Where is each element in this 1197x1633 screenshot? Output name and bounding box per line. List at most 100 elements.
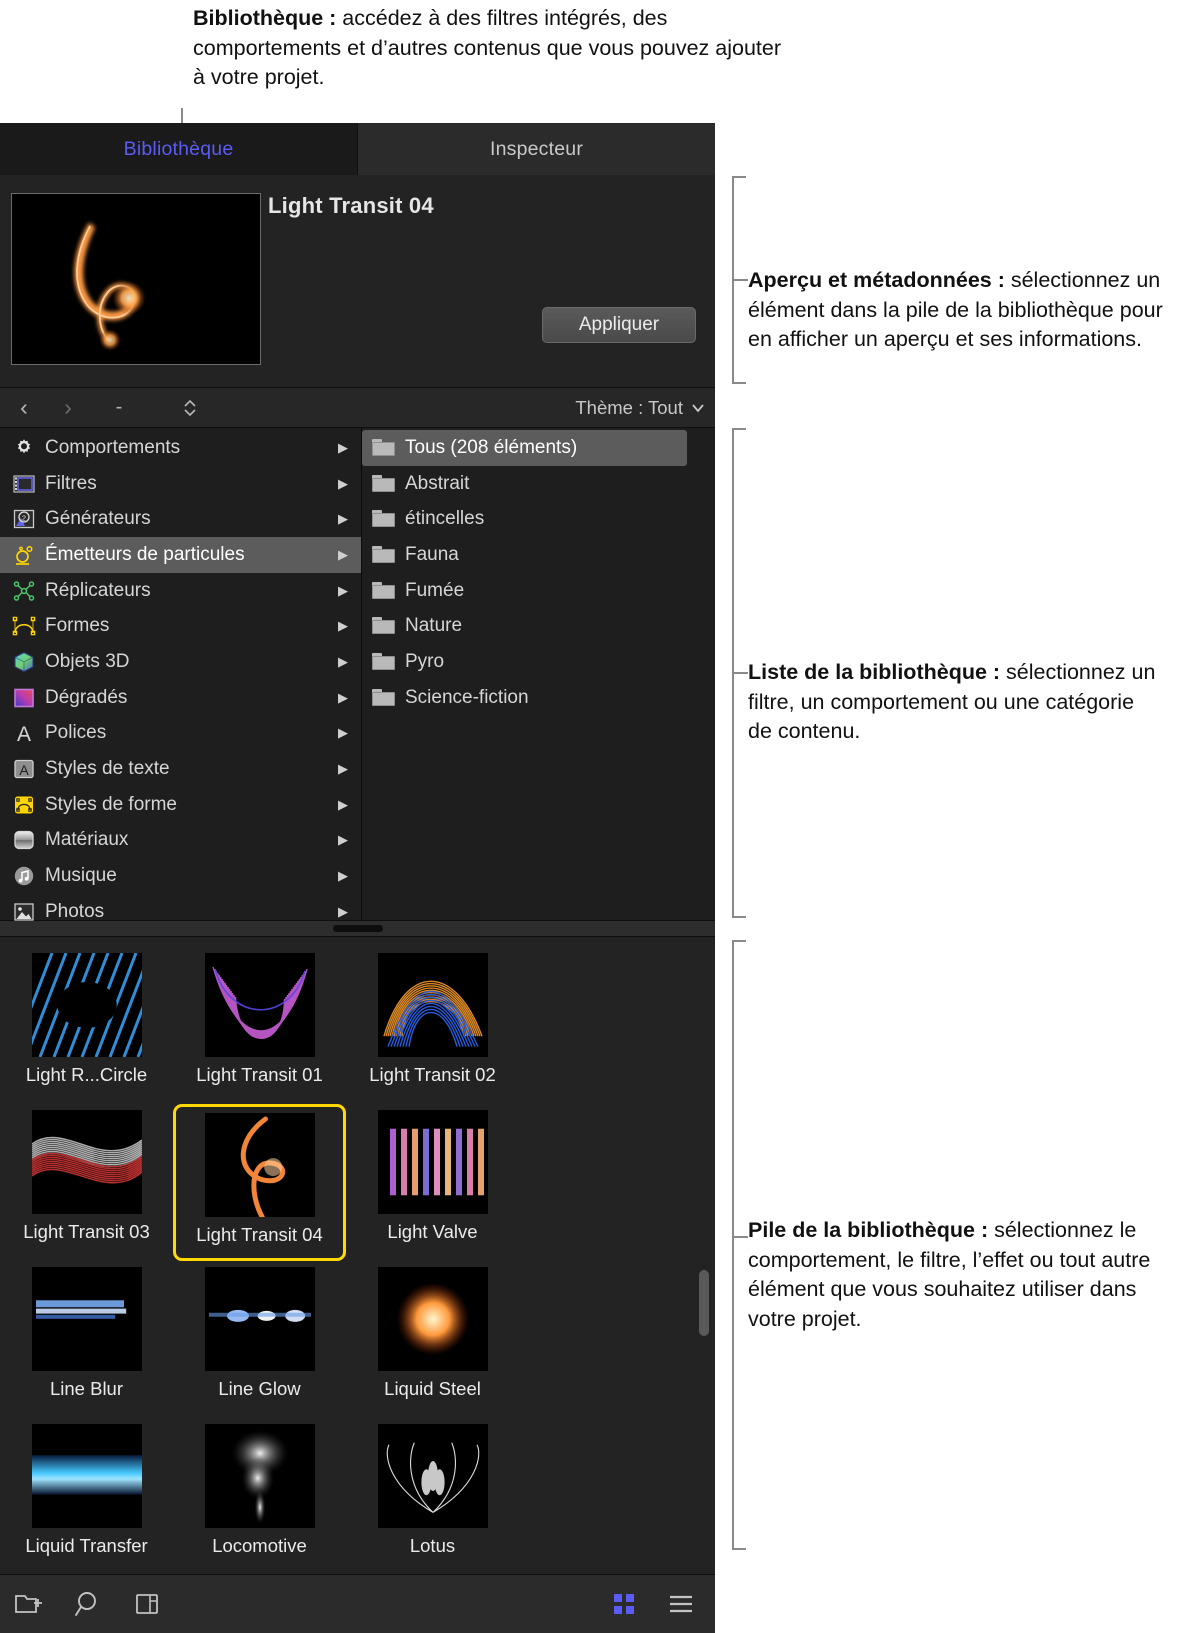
new-folder-icon[interactable]	[14, 1591, 44, 1617]
shapes-icon	[10, 615, 37, 638]
apply-button-label: Appliquer	[578, 314, 660, 335]
stack-item-label: Light Valve	[387, 1221, 478, 1242]
disclosure-triangle-icon[interactable]: ▶	[338, 797, 348, 813]
stack-item[interactable]: Lotus	[346, 1418, 519, 1575]
stack-item-thumbnail	[31, 1267, 142, 1371]
stack-scrollbar-thumb[interactable]	[699, 1270, 709, 1336]
stack-item-label: Light Transit 02	[369, 1064, 496, 1085]
light-transit-04-art	[12, 194, 260, 364]
stack-item-label: Liquid Steel	[384, 1378, 481, 1399]
category-item-styles-de-texte[interactable]: A Styles de texte ▶	[0, 751, 361, 787]
chevron-left-icon[interactable]: ‹	[13, 394, 35, 422]
stack-item[interactable]: Liquid Steel	[346, 1261, 519, 1418]
stack-item[interactable]: Liquid Transfer	[0, 1418, 173, 1575]
stack-item-thumbnail	[204, 1113, 315, 1217]
disclosure-triangle-icon[interactable]: ▶	[338, 654, 348, 670]
gear-icon	[10, 436, 37, 459]
callout-bracket-preview	[732, 176, 748, 384]
filmstrip-icon	[10, 472, 37, 495]
stack-item[interactable]: Locomotive	[173, 1418, 346, 1575]
up-down-stepper-icon[interactable]	[179, 394, 201, 422]
category-item-mat-riaux[interactable]: Matériaux ▶	[0, 823, 361, 859]
category-item-filtres[interactable]: Filtres ▶	[0, 466, 361, 502]
folder-item-abstrait[interactable]: Abstrait	[362, 466, 687, 502]
tab-inspecteur[interactable]: Inspecteur	[357, 123, 715, 175]
preview-panel: Light Transit 04 Appliquer	[0, 175, 715, 388]
folder-item-science-fiction[interactable]: Science-fiction	[362, 680, 687, 716]
category-item-r-plicateurs[interactable]: Réplicateurs ▶	[0, 573, 361, 609]
folder-icon	[372, 438, 396, 457]
library-browser: Comportements ▶ Filtres ▶ 2 Générateurs ▶ Émett…	[0, 428, 715, 922]
category-item-comportements[interactable]: Comportements ▶	[0, 430, 361, 466]
stack-item[interactable]: Light Valve	[346, 1104, 519, 1261]
disclosure-triangle-icon[interactable]: ▶	[338, 725, 348, 741]
disclosure-triangle-icon[interactable]: ▶	[338, 832, 348, 848]
stack-item-label: Line Glow	[218, 1378, 301, 1399]
category-item-objets-3d[interactable]: Objets 3D ▶	[0, 644, 361, 680]
font-icon: A	[10, 722, 37, 745]
category-item-label: Formes	[45, 615, 110, 637]
disclosure-triangle-icon[interactable]: ▶	[338, 511, 348, 527]
folder-item-pyro[interactable]: Pyro	[362, 644, 687, 680]
folder-item-nature[interactable]: Nature	[362, 608, 687, 644]
category-item-styles-de-forme[interactable]: Styles de forme ▶	[0, 787, 361, 823]
library-navbar: ‹ › - Thème : Tout	[0, 388, 715, 428]
folder-item-fum-e[interactable]: Fumée	[362, 573, 687, 609]
stack-item-thumbnail	[204, 1424, 315, 1528]
category-item-photos[interactable]: Photos ▶	[0, 894, 361, 930]
material-icon	[10, 829, 37, 852]
stack-item[interactable]: Light R...Circle	[0, 947, 173, 1104]
svg-text:A: A	[19, 762, 29, 778]
disclosure-triangle-icon[interactable]: ▶	[338, 868, 348, 884]
disclosure-triangle-icon[interactable]: ▶	[338, 440, 348, 456]
stack-item[interactable]: Light Transit 02	[346, 947, 519, 1104]
gradient-icon	[10, 686, 37, 709]
stack-item-selected[interactable]: Light Transit 04	[173, 1104, 346, 1261]
preview-thumbnail[interactable]	[11, 193, 261, 365]
search-icon[interactable]	[74, 1590, 104, 1618]
stack-item[interactable]: Line Blur	[0, 1261, 173, 1418]
preview-title: Light Transit 04	[268, 193, 434, 218]
grid-view-icon[interactable]	[611, 1591, 637, 1617]
stack-item-label: Locomotive	[212, 1535, 307, 1556]
stack-item-thumbnail	[31, 1424, 142, 1528]
stack-item[interactable]: Line Glow	[173, 1261, 346, 1418]
disclosure-triangle-icon[interactable]: ▶	[338, 547, 348, 563]
disclosure-triangle-icon[interactable]: ▶	[338, 476, 348, 492]
stack-item-thumbnail	[204, 1267, 315, 1371]
chevron-right-icon[interactable]: ›	[57, 394, 79, 422]
folder-icon	[372, 652, 396, 671]
stack-item-label: Liquid Transfer	[25, 1535, 148, 1556]
tab-bibliotheque[interactable]: Bibliothèque	[0, 123, 357, 175]
disclosure-triangle-icon[interactable]: ▶	[338, 583, 348, 599]
category-item-metteurs-de-particules[interactable]: Émetteurs de particules ▶	[0, 537, 361, 573]
list-view-icon[interactable]	[667, 1591, 695, 1617]
category-item-polices[interactable]: A Polices ▶	[0, 716, 361, 752]
library-panel: Bibliothèque Inspecteur Light Transit 04…	[0, 123, 715, 1633]
category-item-formes[interactable]: Formes ▶	[0, 608, 361, 644]
category-item-d-grad-s[interactable]: Dégradés ▶	[0, 680, 361, 716]
apply-button[interactable]: Appliquer	[542, 307, 696, 343]
stepper-glyph	[184, 399, 196, 416]
folder-item-tincelles[interactable]: étincelles	[362, 501, 687, 537]
category-item-g-n-rateurs[interactable]: 2 Générateurs ▶	[0, 501, 361, 537]
folder-item-label: Pyro	[405, 650, 445, 672]
svg-text:A: A	[16, 723, 30, 745]
stack-item-label: Lotus	[409, 1535, 456, 1556]
panel-toggle-icon[interactable]	[134, 1591, 160, 1617]
shape-style-icon	[10, 793, 37, 816]
folder-item-tous-208-l-ments[interactable]: Tous (208 éléments)	[362, 430, 687, 466]
stack-item[interactable]: Light Transit 01	[173, 947, 346, 1104]
theme-dropdown[interactable]: Thème : Tout	[575, 397, 705, 419]
category-item-label: Objets 3D	[45, 650, 130, 672]
folder-item-fauna[interactable]: Fauna	[362, 537, 687, 573]
disclosure-triangle-icon[interactable]: ▶	[338, 618, 348, 634]
disclosure-triangle-icon[interactable]: ▶	[338, 761, 348, 777]
folder-icon	[372, 581, 396, 600]
category-item-musique[interactable]: Musique ▶	[0, 858, 361, 894]
folder-item-label: Science-fiction	[405, 686, 529, 708]
disclosure-triangle-icon[interactable]: ▶	[338, 690, 348, 706]
stack-item-label: Light R...Circle	[25, 1064, 148, 1085]
stack-item[interactable]: Light Transit 03	[0, 1104, 173, 1261]
disclosure-triangle-icon[interactable]: ▶	[338, 904, 348, 920]
